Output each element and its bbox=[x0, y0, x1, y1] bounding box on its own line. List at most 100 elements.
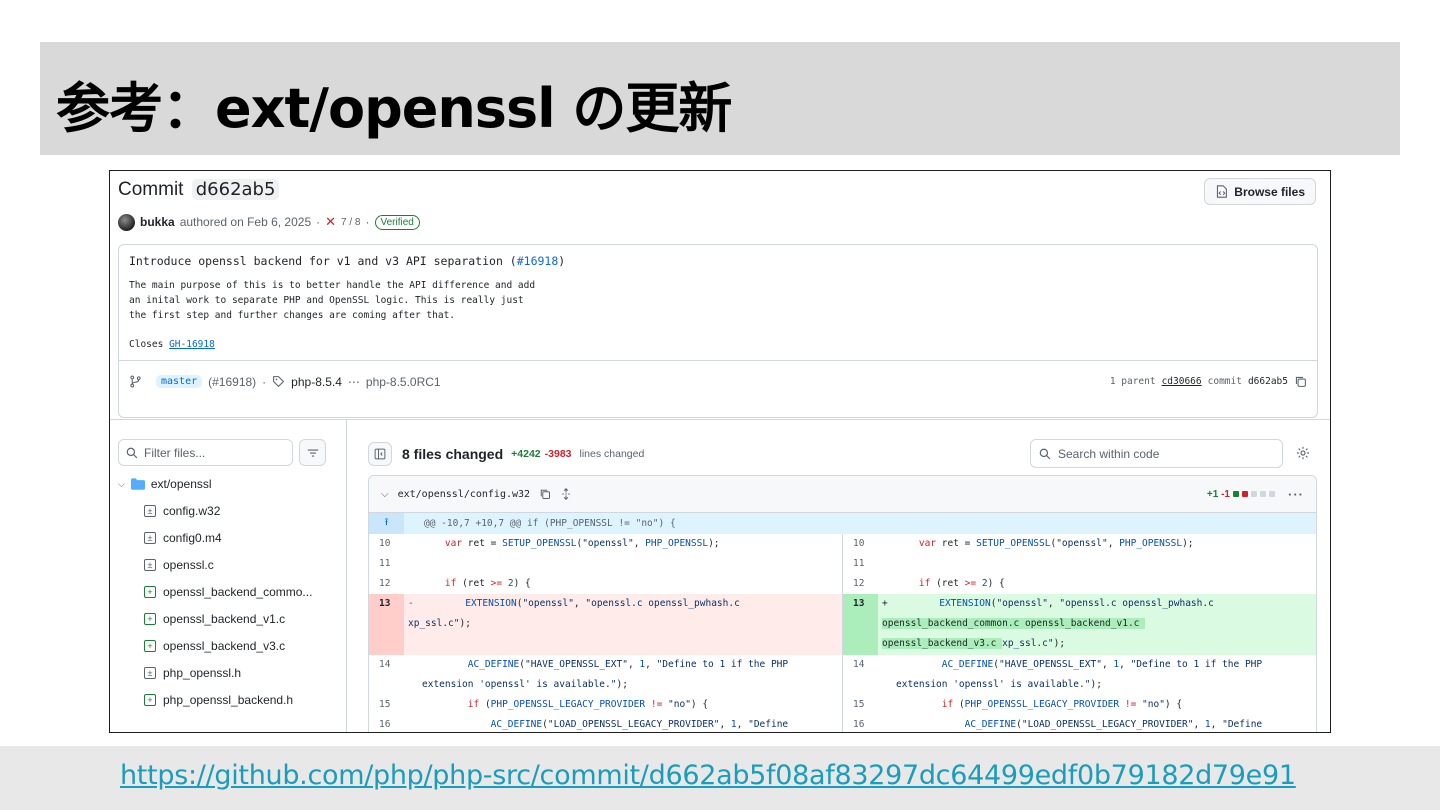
stat-square bbox=[1242, 491, 1248, 497]
tree-file-name: config.w32 bbox=[163, 504, 221, 518]
filter-options-button[interactable] bbox=[299, 439, 326, 466]
file-modified-icon: ± bbox=[144, 559, 156, 571]
tree-file-name: openssl_backend_v3.c bbox=[163, 639, 286, 653]
browse-files-button[interactable]: Browse files bbox=[1204, 178, 1316, 205]
expand-up-icon[interactable]: ⭱ bbox=[369, 513, 404, 534]
collapse-tree-button[interactable] bbox=[368, 441, 392, 466]
expand-all-icon[interactable] bbox=[560, 488, 572, 500]
lines-changed-label: lines changed bbox=[579, 447, 645, 460]
filter-placeholder: Filter files... bbox=[144, 445, 206, 460]
author-link[interactable]: bukka bbox=[140, 215, 175, 229]
file-added-icon: + bbox=[144, 586, 156, 598]
file-modified-icon: ± bbox=[144, 667, 156, 679]
diff-line: 12 if (ret >= 2) { bbox=[853, 578, 1005, 589]
file-stat: +1 -1 ··· bbox=[1207, 487, 1304, 502]
stat-square bbox=[1260, 491, 1266, 497]
diff-line-added: 13 + EXTENSION("openssl", "openssl.c open… bbox=[843, 594, 1316, 655]
file-modified-icon: ± bbox=[144, 532, 156, 544]
tree-folder[interactable]: ⌵ ext/openssl bbox=[118, 477, 212, 491]
commit-refs-bar: master (#16918) · php-8.5.4 ⋯ php-8.5.0R… bbox=[119, 360, 1317, 402]
commit-label: Commit bbox=[118, 179, 184, 200]
stat-square bbox=[1269, 491, 1275, 497]
tree-file-item[interactable]: ± openssl.c bbox=[144, 558, 214, 572]
stat-square bbox=[1233, 491, 1239, 497]
gear-icon[interactable] bbox=[1296, 446, 1310, 460]
copy-icon[interactable] bbox=[539, 488, 551, 500]
authored-date: authored on Feb 6, 2025 bbox=[179, 215, 312, 229]
github-commit-screenshot: Commit d662ab5 Browse files bukka author… bbox=[109, 170, 1331, 733]
sidebar-collapse-icon bbox=[374, 448, 386, 459]
parent-sha-link[interactable]: cd30666 bbox=[1162, 376, 1202, 387]
search-icon bbox=[126, 447, 138, 458]
diff-right-side: 10 var ret = SETUP_OPENSSL("openssl", PH… bbox=[843, 534, 1316, 732]
tag-end[interactable]: php-8.5.0RC1 bbox=[366, 375, 441, 389]
verified-badge[interactable]: Verified bbox=[374, 214, 420, 230]
search-within-code-input[interactable]: Search within code bbox=[1030, 439, 1283, 468]
file-added-icon: + bbox=[144, 640, 156, 652]
tree-file-name: openssl_backend_v1.c bbox=[163, 612, 286, 626]
branch-master[interactable]: master bbox=[156, 375, 203, 388]
slide-title-bar: 参考：ext/openssl の更新 bbox=[40, 42, 1400, 155]
url-footer: https://github.com/php/php-src/commit/d6… bbox=[0, 746, 1440, 810]
tree-file-name: php_openssl.h bbox=[163, 666, 242, 680]
checks-count[interactable]: 7 / 8 bbox=[341, 217, 360, 228]
message-title-text: Introduce openssl backend for v1 and v3 … bbox=[129, 254, 517, 268]
tree-file-item[interactable]: + openssl_backend_commo... bbox=[144, 585, 312, 599]
file-diff-card: ⌵ ext/openssl/config.w32 +1 -1 ··· ⭱ @@ … bbox=[368, 475, 1317, 732]
stat-square bbox=[1251, 491, 1257, 497]
tree-file-item[interactable]: + php_openssl_backend.h bbox=[144, 693, 293, 707]
additions-count: +4242 bbox=[511, 447, 541, 460]
more-options-icon[interactable]: ··· bbox=[1288, 487, 1304, 502]
copy-icon[interactable] bbox=[1294, 375, 1307, 388]
tree-file-item[interactable]: ± config0.m4 bbox=[144, 531, 222, 545]
closes-line: Closes GH-16918 bbox=[129, 339, 215, 350]
diff-line: 15 if (PHP_OPENSSL_LEGACY_PROVIDER != "n… bbox=[853, 699, 1183, 710]
tree-file-item[interactable]: ± php_openssl.h bbox=[144, 666, 241, 680]
commit-message-title: Introduce openssl backend for v1 and v3 … bbox=[129, 254, 565, 268]
tag-start[interactable]: php-8.5.4 bbox=[291, 375, 342, 389]
diff-line-deleted: 13- EXTENSION("openssl", "openssl.c open… bbox=[369, 594, 842, 655]
issue-link[interactable]: GH-16918 bbox=[169, 339, 215, 350]
parent-label: 1 parent bbox=[1109, 376, 1156, 387]
tree-file-item[interactable]: ± config.w32 bbox=[144, 504, 220, 518]
tree-file-item[interactable]: + openssl_backend_v1.c bbox=[144, 612, 285, 626]
parent-info: 1 parent cd30666 commit d662ab5 bbox=[1110, 375, 1307, 388]
branch-pr[interactable]: (#16918) bbox=[208, 375, 256, 389]
x-icon[interactable]: ✕ bbox=[325, 214, 336, 230]
avatar[interactable] bbox=[118, 213, 135, 231]
folder-icon bbox=[130, 478, 145, 490]
tree-file-item[interactable]: + openssl_backend_v3.c bbox=[144, 639, 285, 653]
diff-line: 11 bbox=[379, 558, 391, 569]
diff-line: 14 AC_DEFINE("HAVE_OPENSSL_EXT", 1, "Def… bbox=[379, 659, 789, 690]
ellipsis-icon[interactable]: ⋯ bbox=[348, 375, 360, 389]
tree-file-name: openssl.c bbox=[163, 558, 214, 572]
commit-sha-small: d662ab5 bbox=[1247, 376, 1288, 387]
filter-files-input[interactable]: Filter files... bbox=[118, 439, 293, 466]
folder-name: ext/openssl bbox=[150, 477, 212, 491]
hunk-header-text: @@ -10,7 +10,7 @@ if (PHP_OPENSSL != "no… bbox=[424, 518, 676, 529]
diff-line: 10 var ret = SETUP_OPENSSL("openssl", PH… bbox=[379, 538, 720, 549]
diff-line: 11 bbox=[853, 558, 865, 569]
slide-title: 参考：ext/openssl の更新 bbox=[56, 77, 732, 140]
tag-icon bbox=[273, 376, 285, 388]
pr-link[interactable]: #16918 bbox=[517, 254, 559, 268]
tree-file-name: config0.m4 bbox=[163, 531, 222, 545]
chevron-down-icon: ⌵ bbox=[118, 478, 125, 489]
separator-dot: · bbox=[262, 374, 267, 389]
chevron-down-icon[interactable]: ⌵ bbox=[381, 489, 389, 500]
tree-file-name: php_openssl_backend.h bbox=[163, 693, 294, 707]
file-added-icon: + bbox=[144, 694, 156, 706]
message-title-suffix: ) bbox=[558, 254, 566, 268]
diff-line: 10 var ret = SETUP_OPENSSL("openssl", PH… bbox=[853, 538, 1194, 549]
search-placeholder: Search within code bbox=[1058, 446, 1160, 461]
commit-sha[interactable]: d662ab5 bbox=[191, 179, 280, 200]
file-path[interactable]: ext/openssl/config.w32 bbox=[398, 489, 530, 500]
file-modified-icon: ± bbox=[144, 505, 156, 517]
source-url-link[interactable]: https://github.com/php/php-src/commit/d6… bbox=[120, 760, 1296, 791]
git-branch-icon bbox=[130, 375, 141, 388]
commit-meta: bukka authored on Feb 6, 2025 · ✕ 7 / 8 … bbox=[118, 213, 420, 231]
commit-message-body: The main purpose of this is to better ha… bbox=[129, 280, 536, 321]
diff-line: 15 if (PHP_OPENSSL_LEGACY_PROVIDER != "n… bbox=[379, 699, 709, 710]
diff-line: 16 AC_DEFINE("LOAD_OPENSSL_LEGACY_PROVID… bbox=[853, 719, 1263, 730]
diff-line: 12 if (ret >= 2) { bbox=[379, 578, 531, 589]
